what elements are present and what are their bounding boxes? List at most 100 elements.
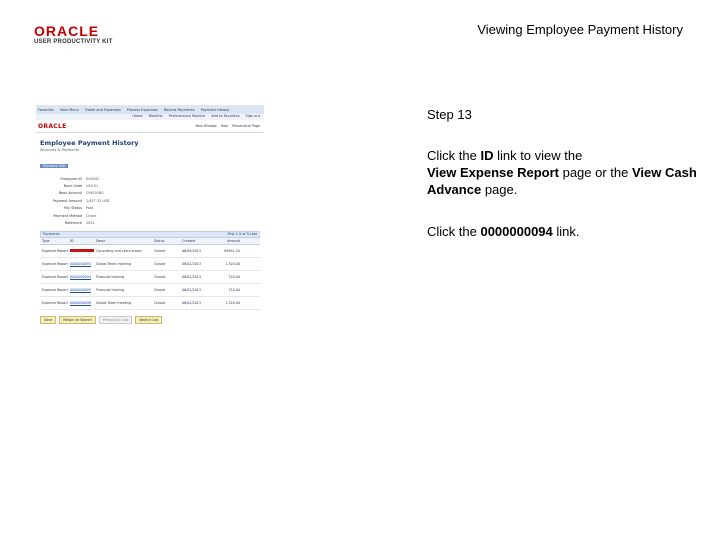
cell-amount: 1,520.00 bbox=[225, 261, 240, 266]
cell-status: Closed bbox=[154, 261, 166, 266]
field-label: Pay Status bbox=[64, 206, 82, 211]
breadcrumb: Favorites Main Menu Travel and Expenses … bbox=[36, 105, 264, 114]
field-label: Reference bbox=[64, 221, 82, 226]
cell-date: 06/02/2013 bbox=[182, 261, 202, 266]
field-label: Bank Code bbox=[63, 184, 82, 189]
page-links: New Window Help Personalize Page bbox=[195, 124, 260, 128]
cell-date: 06/02/2013 bbox=[182, 300, 202, 305]
table-row: Expense Report 0000000096 Global Team me… bbox=[40, 297, 260, 310]
field-value: 2051 bbox=[86, 221, 95, 226]
oracle-logo-word: ORACLE bbox=[34, 23, 100, 39]
column-header[interactable]: ID bbox=[70, 239, 96, 243]
grid-navigation[interactable]: First 1-5 of 5 Last bbox=[228, 232, 257, 236]
grid-title: Payments bbox=[43, 232, 60, 237]
table-row: Expense Report 0000000093 Global Team me… bbox=[40, 258, 260, 271]
cell-status: Closed bbox=[154, 248, 166, 253]
cell-amount: 1,520.00 bbox=[225, 300, 240, 305]
cell-descr: Global Team meeting bbox=[96, 300, 131, 305]
breadcrumb-item[interactable]: Main Menu bbox=[60, 108, 79, 112]
personalize-page-link[interactable]: Personalize Page bbox=[232, 124, 260, 128]
field-value: 1,657.32 USD bbox=[86, 198, 110, 203]
home-link[interactable]: Home bbox=[132, 114, 142, 120]
highlight-marker bbox=[70, 248, 94, 252]
instruction-text: link. bbox=[552, 224, 580, 239]
cell-type: Expense Report bbox=[42, 300, 68, 305]
id-term: ID bbox=[480, 148, 494, 163]
instruction-text: page. bbox=[481, 182, 518, 197]
table-row: Expense Report 0000000095 Financial trai… bbox=[40, 284, 260, 297]
page-title: Employee Payment History bbox=[40, 139, 139, 147]
breadcrumb-item[interactable]: Favorites bbox=[38, 108, 54, 112]
column-header[interactable]: Amount bbox=[210, 239, 240, 243]
cell-descr: Global Team meeting bbox=[96, 261, 131, 266]
page-action-buttons: Save Return to Search Previous in List N… bbox=[40, 315, 264, 324]
field-value: US0 01 bbox=[86, 184, 99, 189]
breadcrumb-item[interactable]: Payment History bbox=[201, 108, 230, 112]
cell-amount: 720.00 bbox=[228, 274, 240, 279]
instruction-text: link to view the bbox=[493, 148, 583, 163]
cell-status: Closed bbox=[154, 287, 166, 292]
slide-title: Viewing Employee Payment History bbox=[477, 22, 683, 37]
help-link[interactable]: Help bbox=[221, 124, 229, 128]
new-window-link[interactable]: New Window bbox=[195, 124, 216, 128]
previous-in-list-button[interactable]: Previous in List bbox=[98, 315, 133, 324]
table-row: Expense Report 0000000094 Financial trai… bbox=[40, 271, 260, 284]
breadcrumb-item[interactable]: Process Expenses bbox=[127, 108, 158, 112]
field-row: Employee ID KU0042 bbox=[36, 175, 264, 182]
field-value: KU0042 bbox=[86, 176, 100, 181]
payments-grid-header: Payments First 1-5 of 5 Last bbox=[40, 230, 260, 238]
instruction-text: Click the bbox=[427, 224, 481, 239]
column-header[interactable]: Type bbox=[40, 239, 70, 243]
table-row: Expense Report Consulting and client tra… bbox=[40, 245, 260, 258]
field-row: Reference 2051 bbox=[36, 219, 264, 226]
field-label: Payment Method bbox=[53, 213, 82, 218]
instruction-text: Click the bbox=[427, 148, 481, 163]
cell-type: Expense Report bbox=[42, 248, 68, 253]
oracle-upk-logo: ORACLE USER PRODUCTIVITY KIT bbox=[34, 24, 112, 45]
cell-id-link[interactable]: 0000000095 bbox=[70, 288, 96, 292]
field-value: Check bbox=[86, 213, 97, 218]
field-label: Employee ID bbox=[60, 176, 82, 181]
payment-fields: Employee ID KU0042 Bank Code US0 01 Bank… bbox=[36, 175, 264, 227]
target-link-term: 0000000094 bbox=[480, 224, 553, 239]
column-header[interactable]: Descr bbox=[96, 239, 154, 243]
instruction-paragraph: Click the ID link to view the View Expens… bbox=[427, 147, 697, 198]
save-button[interactable]: Save bbox=[40, 315, 57, 324]
instruction-text: page or the bbox=[558, 165, 632, 180]
tab-payment-info[interactable]: Payment Info bbox=[40, 164, 69, 168]
cell-date: 06/02/2013 bbox=[182, 287, 202, 292]
worklist-link[interactable]: Worklist bbox=[149, 114, 163, 120]
column-header[interactable]: Created bbox=[182, 239, 210, 243]
sign-out-link[interactable]: Sign out bbox=[246, 114, 260, 120]
cell-date: 06/09/2013 bbox=[182, 248, 202, 253]
add-to-favorites-link[interactable]: Add to Favorites bbox=[211, 114, 239, 120]
cell-status: Closed bbox=[154, 274, 166, 279]
next-in-list-button[interactable]: Next in List bbox=[135, 315, 163, 324]
field-row: Bank Code US0 01 bbox=[36, 182, 264, 189]
field-value: Paid bbox=[86, 206, 94, 211]
instruction-panel: Step 13 Click the ID link to view the Vie… bbox=[427, 106, 697, 240]
cell-id-highlighted[interactable] bbox=[70, 248, 96, 253]
cell-date: 06/02/2013 bbox=[182, 274, 202, 279]
field-row: Bank Account CHECKING bbox=[36, 190, 264, 197]
column-header[interactable]: Status bbox=[154, 239, 182, 243]
breadcrumb-item[interactable]: Review Payments bbox=[164, 108, 195, 112]
instruction-paragraph: Click the 0000000094 link. bbox=[427, 223, 697, 240]
page-subtitle: Accounts & Payments bbox=[40, 148, 80, 152]
field-label: Payment Amount bbox=[52, 198, 82, 203]
field-row: Pay Status Paid bbox=[36, 205, 264, 212]
cell-amount: 69951.20 bbox=[224, 248, 240, 253]
cell-id-link[interactable]: 0000000096 bbox=[70, 301, 96, 305]
cell-type: Expense Report bbox=[42, 261, 68, 266]
return-to-search-button[interactable]: Return to Search bbox=[59, 315, 96, 324]
cell-id-link[interactable]: 0000000093 bbox=[70, 262, 96, 266]
performance-monitor-link[interactable]: Performance Monitor bbox=[169, 114, 206, 120]
cell-id-link[interactable]: 0000000094 bbox=[70, 275, 96, 279]
field-row: Payment Amount 1,657.32 USD bbox=[36, 197, 264, 204]
upk-logo-subtitle: USER PRODUCTIVITY KIT bbox=[34, 39, 113, 45]
breadcrumb-item[interactable]: Travel and Expenses bbox=[85, 108, 121, 112]
cell-descr: Financial training bbox=[96, 274, 125, 279]
field-value: CHECKING bbox=[86, 191, 104, 196]
field-label: Bank Account bbox=[58, 191, 82, 196]
cell-descr: Consulting and client travel bbox=[96, 248, 142, 253]
